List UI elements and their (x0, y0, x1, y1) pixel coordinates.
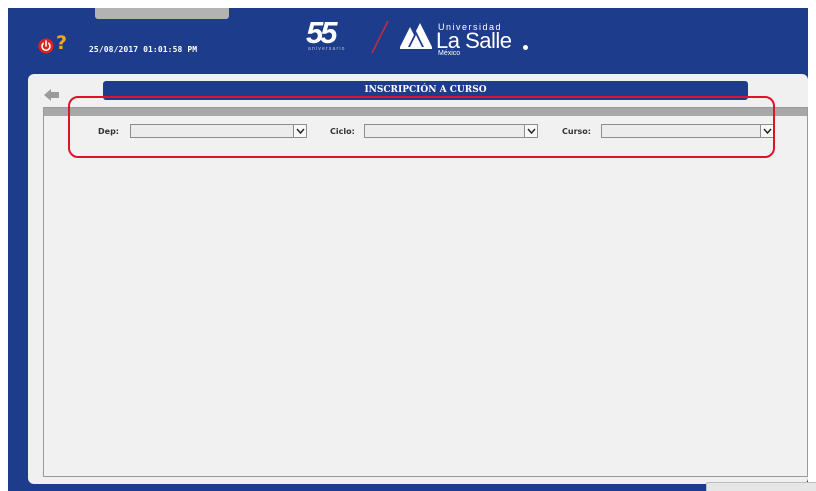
power-icon[interactable] (38, 38, 54, 54)
anniversary-logo: 55 aniversario (300, 15, 370, 56)
help-icon[interactable]: ? (56, 32, 67, 54)
highlight-annotation (68, 96, 775, 158)
filter-panel: Dep: Ciclo: Curso: (43, 107, 816, 491)
app-frame: ? 25/08/2017 01:01:58 PM 55 aniversario … (8, 8, 816, 491)
anniversary-tagline: aniversario (308, 46, 346, 52)
footer-button[interactable] (706, 482, 816, 491)
lasalle-logo-icon (400, 23, 432, 49)
logo-divider (371, 20, 389, 54)
brand-country: México (438, 50, 461, 57)
datetime: 25/08/2017 01:01:58 PM (89, 45, 198, 54)
header: ? 25/08/2017 01:01:58 PM 55 aniversario … (8, 8, 808, 68)
back-arrow-icon[interactable] (44, 86, 60, 101)
brand-dot (523, 45, 528, 50)
